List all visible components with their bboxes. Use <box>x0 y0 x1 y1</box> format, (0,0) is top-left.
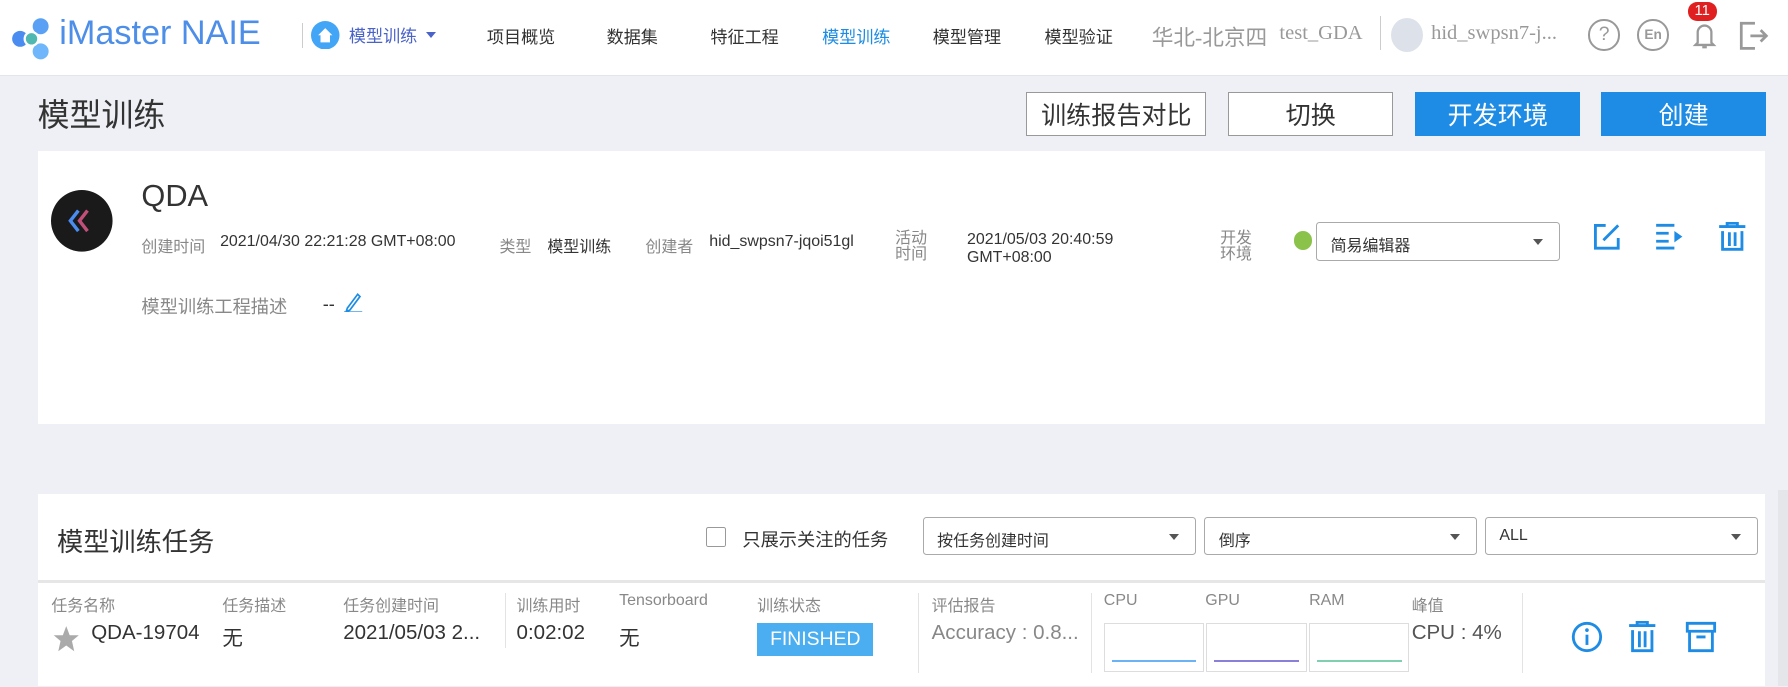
brand-name: iMaster NAIE <box>59 13 261 52</box>
column-header-description: 任务描述 <box>222 597 287 615</box>
sort-by-select[interactable]: 按任务创建时间 <box>922 516 1197 556</box>
column-header-ram: RAM <box>1309 591 1345 609</box>
dev-env-select[interactable]: 简易编辑器 <box>1315 222 1560 262</box>
star-icon[interactable] <box>52 625 81 652</box>
dev-env-select-value: 简易编辑器 <box>1330 238 1411 256</box>
status-filter-value: ALL <box>1499 526 1528 544</box>
only-starred-checkbox[interactable] <box>705 526 727 548</box>
top-nav-bar: iMaster NAIE 模型训练 项目概览 数据集 特征工程 模型训练 模型管… <box>0 0 1788 77</box>
only-starred-label[interactable]: 只展示关注的任务 <box>742 526 888 552</box>
creator-label: 创建者 <box>645 238 694 256</box>
type-label: 类型 <box>499 238 532 256</box>
home-icon <box>311 20 340 50</box>
edit-icon[interactable] <box>1592 222 1622 252</box>
column-header-tensorboard: Tensorboard <box>619 591 708 609</box>
naie-logo-icon <box>12 18 50 60</box>
cpu-sparkline <box>1103 622 1205 672</box>
column-header-name: 任务名称 <box>51 597 116 615</box>
notification-badge: 11 <box>1687 2 1717 21</box>
order-value: 倒序 <box>1218 532 1251 550</box>
description-value: -- <box>322 293 335 315</box>
chevron-down-icon <box>426 31 437 39</box>
created-label: 创建时间 <box>141 238 206 256</box>
chevron-down-icon <box>1449 533 1460 540</box>
delete-icon[interactable] <box>1718 222 1747 252</box>
column-header-duration: 训练用时 <box>516 597 581 615</box>
chevron-down-icon <box>1532 239 1543 246</box>
active-time-zone: GMT+08:00 <box>966 248 1052 266</box>
column-header-report: 评估报告 <box>931 597 996 615</box>
type-value: 模型训练 <box>547 238 612 256</box>
nav-model-management[interactable]: 模型管理 <box>933 23 1001 48</box>
column-header-cpu: CPU <box>1103 591 1138 609</box>
task-report[interactable]: Accuracy : 0.8... <box>932 621 1079 645</box>
logout-icon[interactable] <box>1739 21 1770 51</box>
project-name: QDA <box>141 177 209 213</box>
order-select[interactable]: 倒序 <box>1204 516 1477 556</box>
nav-model-validation[interactable]: 模型验证 <box>1045 23 1113 48</box>
task-name-link[interactable]: QDA-19704 <box>91 621 199 645</box>
nav-model-training[interactable]: 模型训练 <box>822 23 890 48</box>
created-value: 2021/04/30 22:21:28 GMT+08:00 <box>220 232 456 250</box>
nav-dataset[interactable]: 数据集 <box>607 23 658 48</box>
compare-reports-button[interactable]: 训练报告对比 <box>1026 92 1207 136</box>
user-avatar[interactable] <box>1391 18 1424 53</box>
help-icon[interactable]: ? <box>1588 19 1620 51</box>
language-toggle[interactable]: En <box>1637 19 1669 51</box>
env-status-dot <box>1294 231 1313 250</box>
tasks-title: 模型训练任务 <box>57 527 215 558</box>
task-peak-usage: CPU : 4% <box>1411 621 1502 645</box>
scrollbar[interactable] <box>1777 490 1788 687</box>
page-title: 模型训练 <box>37 97 166 134</box>
divider <box>37 580 1766 583</box>
active-time-label: 活动时间 <box>895 230 928 264</box>
task-description: 无 <box>222 627 243 651</box>
chevron-down-icon <box>1731 533 1742 540</box>
module-selector-label: 模型训练 <box>348 27 418 47</box>
info-icon[interactable] <box>1571 621 1603 653</box>
project-card <box>37 150 1766 425</box>
active-time-date: 2021/05/03 20:40:59 <box>966 231 1114 249</box>
dev-env-label: 开发环境 <box>1220 230 1253 264</box>
task-tensorboard: 无 <box>619 627 640 651</box>
gpu-sparkline <box>1206 622 1307 672</box>
column-header-gpu: GPU <box>1205 591 1240 609</box>
run-list-icon[interactable] <box>1655 223 1685 250</box>
nav-project-overview[interactable]: 项目概览 <box>487 23 555 48</box>
archive-icon[interactable] <box>1685 621 1717 653</box>
create-button[interactable]: 创建 <box>1600 92 1767 136</box>
status-filter-select[interactable]: ALL <box>1484 516 1759 556</box>
task-created-time: 2021/05/03 2... <box>343 621 481 645</box>
column-header-peak: 峰值 <box>1411 597 1444 615</box>
creator-value: hid_swpsn7-jqoi51gl <box>709 232 854 250</box>
chevron-down-icon <box>1169 533 1180 540</box>
column-header-created: 任务创建时间 <box>343 597 439 615</box>
column-header-status: 训练状态 <box>757 597 821 615</box>
ram-sparkline <box>1309 622 1410 672</box>
project-avatar <box>51 190 113 252</box>
description-label: 模型训练工程描述 <box>141 296 288 318</box>
active-time-value: 2021/05/03 20:40:59 GMT+08:00 <box>967 231 1113 265</box>
sort-by-value: 按任务创建时间 <box>937 532 1049 550</box>
dev-environment-button[interactable]: 开发环境 <box>1415 92 1581 136</box>
module-selector[interactable]: 模型训练 <box>311 20 437 50</box>
pencil-icon[interactable] <box>344 292 363 313</box>
nav-feature-engineering[interactable]: 特征工程 <box>710 23 778 48</box>
project-selector[interactable]: test_GDA <box>1279 22 1362 45</box>
switch-button[interactable]: 切换 <box>1228 92 1394 136</box>
region-selector[interactable]: 华北-北京四 <box>1152 21 1268 52</box>
user-menu[interactable]: hid_swpsn7-j... <box>1431 22 1557 45</box>
status-badge: FINISHED <box>757 622 874 656</box>
task-duration: 0:02:02 <box>516 621 585 645</box>
bell-icon[interactable] <box>1692 21 1717 51</box>
delete-task-icon[interactable] <box>1628 621 1657 653</box>
